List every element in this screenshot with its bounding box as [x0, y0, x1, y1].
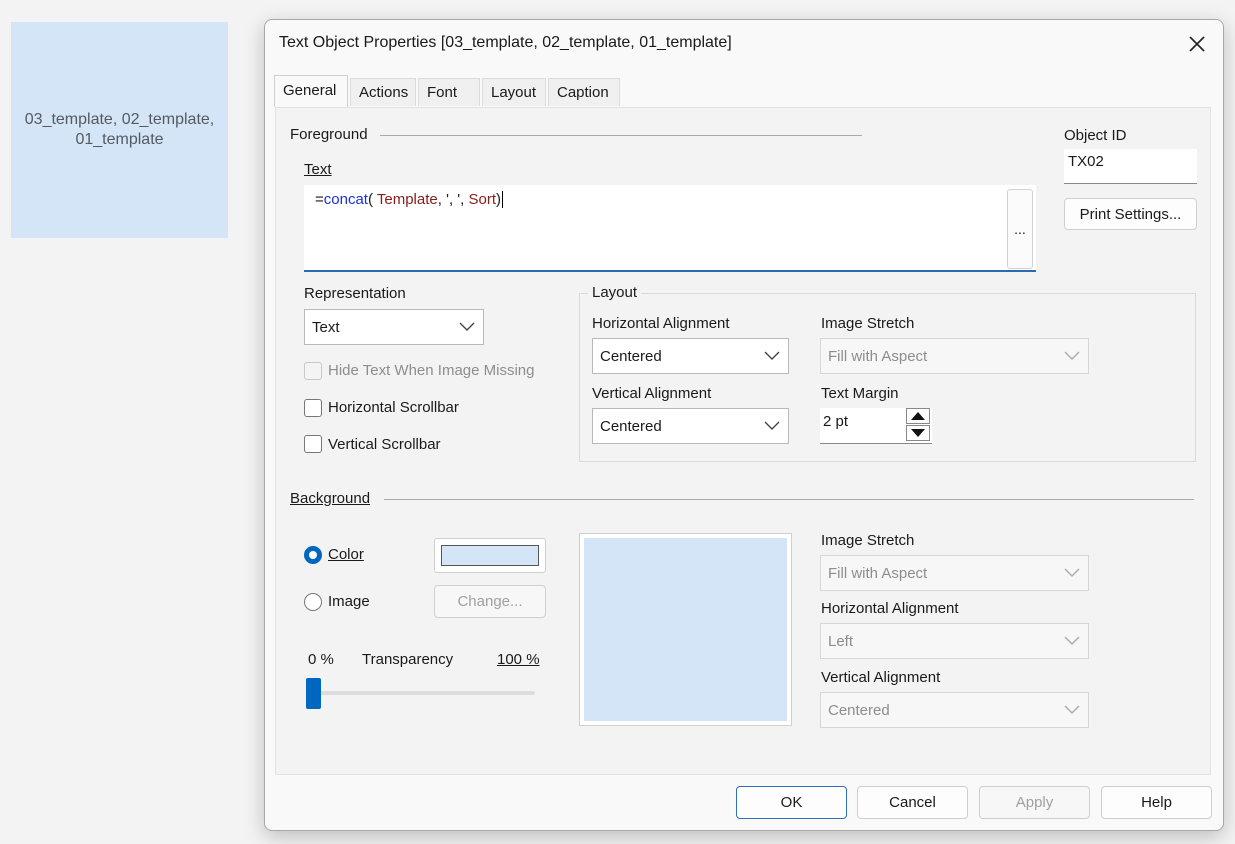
transparency-label: Transparency	[362, 651, 454, 668]
tab-actions[interactable]: Actions	[350, 78, 416, 106]
image-stretch-select[interactable]: Fill with Aspect	[820, 338, 1089, 374]
representation-select[interactable]: Text	[304, 309, 484, 345]
chevron-down-icon	[764, 421, 780, 430]
color-radio[interactable]	[304, 546, 322, 564]
transparency-max-label: 100 %	[497, 651, 540, 668]
spin-up-button[interactable]	[906, 408, 930, 424]
background-group-label: Background	[290, 490, 371, 507]
image-stretch-label: Image Stretch	[821, 315, 915, 332]
image-radio[interactable]	[304, 593, 322, 611]
vertical-alignment-select[interactable]: Centered	[592, 408, 789, 444]
expression-editor-button[interactable]: ...	[1007, 189, 1033, 269]
vertical-scrollbar-label: Vertical Scrollbar	[328, 436, 441, 453]
chevron-down-icon	[1064, 568, 1080, 577]
hide-text-checkbox[interactable]	[304, 362, 322, 380]
close-icon[interactable]	[1185, 32, 1209, 56]
tab-layout[interactable]: Layout	[482, 78, 546, 106]
print-settings-button[interactable]: Print Settings...	[1064, 198, 1197, 230]
transparency-min-label: 0 %	[308, 651, 334, 668]
foreground-group-label: Foreground	[290, 126, 368, 143]
general-tab-panel: Foreground Text =concat( Template, ', ',…	[275, 107, 1211, 775]
ok-button[interactable]: OK	[736, 786, 847, 819]
background-preview-frame	[579, 533, 792, 726]
help-button[interactable]: Help	[1101, 786, 1212, 819]
foreground-divider	[380, 135, 862, 136]
color-swatch	[441, 545, 539, 566]
object-id-label: Object ID	[1064, 127, 1127, 144]
arrow-down-icon	[911, 429, 925, 437]
image-radio-label: Image	[328, 593, 370, 610]
object-id-value: TX02	[1068, 153, 1104, 170]
chevron-down-icon	[1064, 705, 1080, 714]
chevron-down-icon	[459, 322, 475, 331]
text-field-label: Text	[304, 161, 332, 178]
tab-font[interactable]: Font	[418, 78, 480, 106]
bg-image-stretch-label: Image Stretch	[821, 532, 915, 549]
object-id-input[interactable]: TX02	[1064, 149, 1197, 184]
background-preview	[584, 538, 787, 721]
change-image-button[interactable]: Change...	[434, 585, 546, 618]
color-swatch-button[interactable]	[434, 538, 546, 573]
apply-button[interactable]: Apply	[979, 786, 1090, 819]
spin-down-button[interactable]	[906, 425, 930, 441]
horizontal-alignment-label: Horizontal Alignment	[592, 315, 730, 332]
vertical-alignment-label: Vertical Alignment	[592, 385, 712, 402]
text-object-preview[interactable]: 03_template, 02_template, 01_template	[11, 22, 228, 238]
text-object-label-line1: 03_template, 02_template,	[24, 111, 215, 128]
background-divider	[384, 499, 1194, 500]
horizontal-scrollbar-label: Horizontal Scrollbar	[328, 399, 459, 416]
bg-horizontal-alignment-select[interactable]: Left	[820, 623, 1089, 659]
bg-image-stretch-select[interactable]: Fill with Aspect	[820, 555, 1089, 591]
bg-vertical-alignment-label: Vertical Alignment	[821, 669, 941, 686]
representation-label: Representation	[304, 285, 406, 302]
tab-caption[interactable]: Caption	[548, 78, 620, 106]
chevron-down-icon	[1064, 636, 1080, 645]
transparency-slider-thumb[interactable]	[306, 678, 321, 709]
text-object-label-line2: 01_template	[75, 131, 164, 148]
cancel-button[interactable]: Cancel	[857, 786, 968, 819]
horizontal-scrollbar-checkbox[interactable]	[304, 399, 322, 417]
text-margin-input[interactable]: 2 pt	[820, 408, 932, 444]
hide-text-label: Hide Text When Image Missing	[328, 362, 535, 379]
vertical-scrollbar-checkbox[interactable]	[304, 435, 322, 453]
text-object-properties-dialog: Text Object Properties [03_template, 02_…	[264, 19, 1224, 831]
color-radio-label: Color	[328, 546, 364, 563]
arrow-up-icon	[911, 412, 925, 420]
expression-text: =concat( Template, ', ', Sort)	[315, 191, 503, 208]
horizontal-alignment-select[interactable]: Centered	[592, 338, 789, 374]
chevron-down-icon	[1064, 351, 1080, 360]
text-margin-value: 2 pt	[823, 413, 849, 430]
text-margin-label: Text Margin	[821, 385, 899, 402]
text-expression-input[interactable]: =concat( Template, ', ', Sort) ...	[304, 185, 1036, 272]
bg-vertical-alignment-select[interactable]: Centered	[820, 692, 1089, 728]
tab-general[interactable]: General	[274, 75, 348, 107]
chevron-down-icon	[764, 351, 780, 360]
transparency-slider-track[interactable]	[308, 691, 535, 695]
dialog-title: Text Object Properties [03_template, 02_…	[279, 34, 732, 51]
layout-group-label: Layout	[588, 284, 642, 301]
bg-horizontal-alignment-label: Horizontal Alignment	[821, 600, 959, 617]
